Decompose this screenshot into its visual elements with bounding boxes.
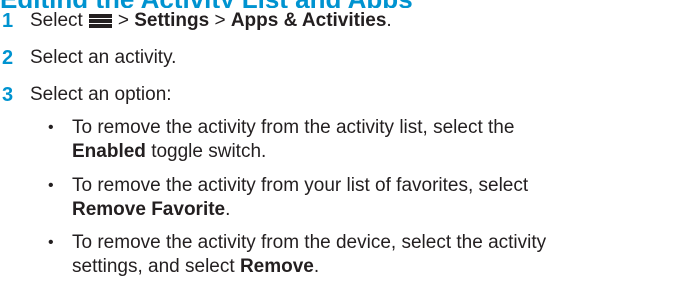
option-item: • To remove the activity from the activi… (48, 116, 648, 164)
option-line: To remove the activity from the activity… (72, 117, 515, 138)
separator: > (117, 10, 129, 31)
step-2: 2 Select an activity. (0, 45, 176, 71)
bullet: • (48, 177, 54, 194)
step-text: Select an activity. (30, 47, 177, 68)
step-number: 3 (2, 83, 14, 106)
option-bold: Remove (239, 256, 314, 277)
step-1: 1 Select > Settings > Apps & Activities … (0, 8, 392, 34)
option-item: • To remove the activity from the device… (48, 231, 648, 279)
period: . (386, 10, 392, 31)
option-text: To remove the activity from your list of… (72, 174, 652, 222)
option-tail: . (225, 199, 231, 220)
option-line: To remove the activity from the device, … (72, 232, 547, 253)
select-word: Select (30, 10, 83, 31)
bullet: • (48, 234, 54, 251)
step-text: Select > Settings > Apps & Activities . (30, 10, 392, 32)
section-heading: Editing the Activity List and Apps (0, 0, 413, 8)
option-bold: Remove Favorite (72, 199, 226, 220)
apps-activities-label: Apps & Activities (230, 10, 387, 31)
step-3: 3 Select an option: (0, 82, 172, 108)
step-text: Select an option: (30, 84, 172, 105)
option-item: • To remove the activity from your list … (48, 174, 648, 222)
option-text: To remove the activity from the activity… (72, 116, 652, 164)
option-tail: . (313, 256, 320, 277)
section-heading-clip: Editing the Activity List and Apps (0, 0, 675, 8)
separator: > (214, 10, 226, 31)
option-text: To remove the activity from the device, … (72, 231, 652, 279)
settings-label: Settings (134, 10, 210, 31)
step-number: 1 (2, 9, 14, 32)
option-line: To remove the activity from your list of… (72, 175, 529, 196)
option-tail: toggle switch. (151, 141, 267, 162)
option-bold: Enabled (72, 141, 146, 162)
menu-icon (88, 14, 112, 28)
step-number: 2 (2, 46, 14, 69)
bullet: • (48, 119, 54, 136)
option-line: settings, and select (72, 256, 235, 277)
